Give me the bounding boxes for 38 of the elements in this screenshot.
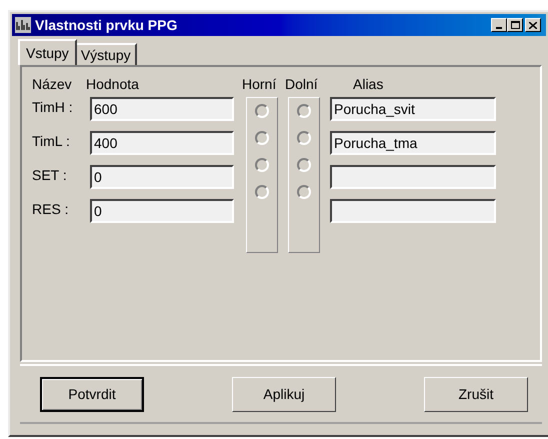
radio-button[interactable] [255,131,269,145]
column-header: Alias [353,76,384,92]
input-field[interactable] [330,199,496,223]
column-header: Horní [242,74,278,94]
input-field[interactable]: 0 [90,199,234,223]
input-field[interactable]: Porucha_svit [330,97,496,121]
tab[interactable]: Výstupy [76,43,137,65]
maximize-icon [510,21,520,29]
radio-button[interactable] [297,185,311,199]
app-icon [15,17,31,33]
minimize-button[interactable] [491,18,507,32]
minimize-icon [496,27,502,29]
close-button[interactable] [525,18,541,32]
input-field[interactable]: 400 [90,131,234,155]
radio-button[interactable] [297,104,311,118]
column-header: Hodnota [86,76,139,92]
radio-button[interactable] [255,104,269,118]
dialog-button[interactable]: Zrušit [424,376,528,412]
input-field[interactable]: 600 [90,97,234,121]
maximize-button[interactable] [507,18,523,32]
input-field[interactable]: Porucha_tma [330,131,496,155]
input-field[interactable]: 0 [90,165,234,189]
window-title: Vlastnosti prvku PPG [35,16,178,35]
radio-button[interactable] [297,158,311,172]
field-label: RES : [32,200,70,219]
dialog-button[interactable]: Aplikuj [232,376,336,412]
column-header: Dolní [285,74,319,94]
dialog-button[interactable]: Potvrdit [40,376,144,412]
close-icon [529,22,537,28]
radio-button[interactable] [255,158,269,172]
radio-button[interactable] [255,185,269,199]
field-label: SET : [32,166,68,185]
field-label: TimL : [32,132,71,151]
tab[interactable]: Vstupy [18,39,77,65]
field-label: TimH : [32,98,74,117]
radio-button[interactable] [297,131,311,145]
input-field[interactable] [330,165,496,189]
column-header: Název [32,74,73,94]
